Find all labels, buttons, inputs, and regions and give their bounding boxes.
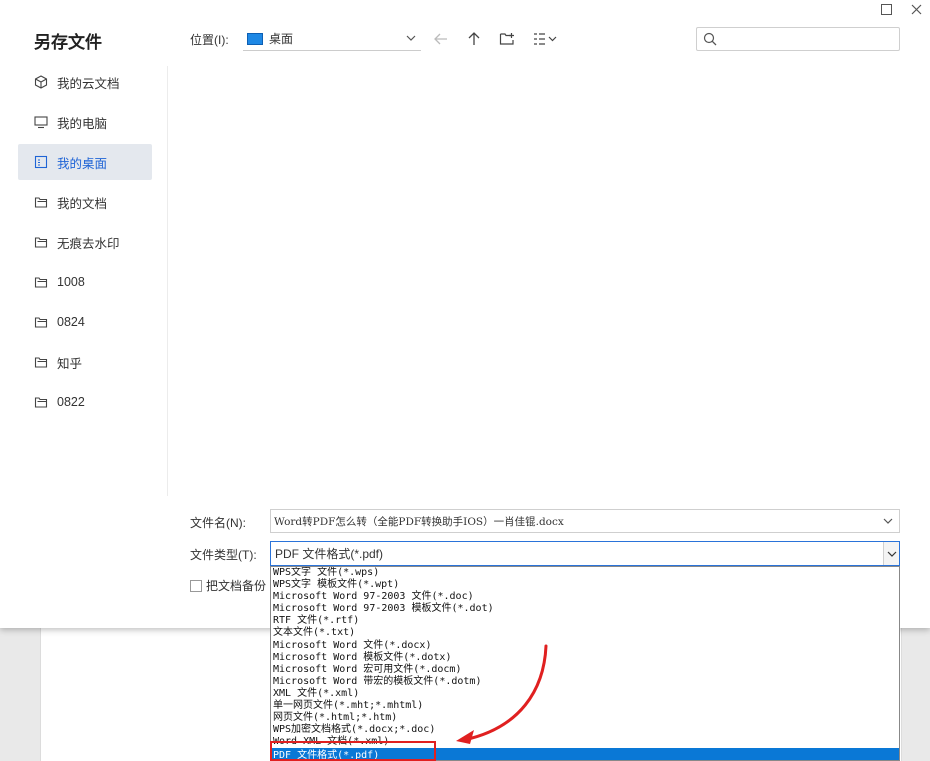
new-folder-icon[interactable] <box>498 30 516 48</box>
cloud-doc-icon <box>34 75 48 89</box>
sidebar-item-label: 1008 <box>57 275 85 289</box>
dropdown-option[interactable]: Microsoft Word 带宏的模板文件(*.dotm) <box>271 676 899 688</box>
search-icon <box>703 32 717 46</box>
backup-checkbox[interactable] <box>190 579 202 592</box>
backup-option[interactable]: 把文档备份 <box>190 577 266 594</box>
dropdown-option[interactable]: Microsoft Word 97-2003 文件(*.doc) <box>271 591 899 603</box>
sidebar-item-label: 我的文档 <box>57 196 108 211</box>
dropdown-option[interactable]: Microsoft Word 模板文件(*.dotx) <box>271 652 899 664</box>
chevron-down-icon[interactable] <box>883 542 899 565</box>
dropdown-option[interactable]: 单一网页文件(*.mht;*.mhtml) <box>271 700 899 712</box>
filetype-select[interactable]: PDF 文件格式(*.pdf) <box>270 541 900 566</box>
dropdown-option[interactable]: 网页文件(*.html;*.htm) <box>271 712 899 724</box>
sidebar-item-label: 知乎 <box>57 356 83 371</box>
folder-icon <box>34 315 48 329</box>
filename-value: Word转PDF怎么转（全能PDF转换助手IOS）一肖佳锟.docx <box>274 515 564 528</box>
folder-icon <box>34 195 48 209</box>
sidebar-item-zhihu[interactable]: 知乎 <box>18 344 152 380</box>
chevron-down-icon <box>405 32 417 47</box>
dropdown-option[interactable]: WPS文字 模板文件(*.wpt) <box>271 579 899 591</box>
sidebar-item-label: 我的云文档 <box>57 76 120 91</box>
sidebar-divider <box>167 66 168 496</box>
backup-label: 把文档备份 <box>206 579 267 593</box>
sidebar-item-label: 0824 <box>57 315 85 329</box>
filetype-dropdown-list: WPS文字 文件(*.wps) WPS文字 模板文件(*.wpt) Micros… <box>270 566 900 761</box>
dropdown-option[interactable]: Microsoft Word 文件(*.docx) <box>271 640 899 652</box>
maximize-icon[interactable] <box>875 0 897 18</box>
location-select[interactable]: 桌面 <box>243 27 421 51</box>
folder-icon <box>34 275 48 289</box>
dropdown-option[interactable]: Microsoft Word 97-2003 模板文件(*.dot) <box>271 603 899 615</box>
chevron-down-icon[interactable] <box>881 514 895 528</box>
dropdown-option[interactable]: Microsoft Word 宏可用文件(*.docm) <box>271 664 899 676</box>
sidebar-item-0822[interactable]: 0822 <box>18 384 152 420</box>
desktop-icon <box>34 155 48 169</box>
sidebar-item-label: 无痕去水印 <box>57 236 120 251</box>
filetype-value: PDF 文件格式(*.pdf) <box>275 547 384 561</box>
dropdown-option[interactable]: XML 文件(*.xml) <box>271 688 899 700</box>
sidebar-item-cloud-docs[interactable]: 我的云文档 <box>18 64 152 100</box>
location-value: 桌面 <box>269 32 294 46</box>
filetype-label: 文件类型(T): <box>190 548 257 562</box>
annotation-arrow-icon <box>456 644 548 744</box>
highlight-annotation <box>270 741 436 761</box>
sidebar: 我的云文档 我的电脑 我的桌面 我的文档 无痕去水印 1008 0824 知乎 … <box>18 64 152 424</box>
sidebar-item-1008[interactable]: 1008 <box>18 264 152 300</box>
search-input[interactable] <box>696 27 900 51</box>
sidebar-item-my-computer[interactable]: 我的电脑 <box>18 104 152 140</box>
folder-icon <box>34 355 48 369</box>
sidebar-item-label: 我的电脑 <box>57 116 108 131</box>
sidebar-item-watermark[interactable]: 无痕去水印 <box>18 224 152 260</box>
sidebar-item-label: 我的桌面 <box>57 156 108 171</box>
location-label: 位置(I): <box>190 33 229 47</box>
back-arrow-icon[interactable] <box>432 30 450 48</box>
folder-icon <box>34 235 48 249</box>
filename-label: 文件名(N): <box>190 516 246 530</box>
sidebar-item-label: 0822 <box>57 395 85 409</box>
up-arrow-icon[interactable] <box>465 30 483 48</box>
monitor-icon <box>34 115 48 129</box>
dialog-title: 另存文件 <box>34 33 102 52</box>
dropdown-option[interactable]: RTF 文件(*.rtf) <box>271 615 899 627</box>
dropdown-option[interactable]: WPS加密文档格式(*.docx;*.doc) <box>271 724 899 736</box>
sidebar-item-0824[interactable]: 0824 <box>18 304 152 340</box>
view-list-icon[interactable] <box>532 30 562 48</box>
folder-icon <box>34 395 48 409</box>
dropdown-option[interactable]: WPS文字 文件(*.wps) <box>271 567 899 579</box>
sidebar-item-my-desktop[interactable]: 我的桌面 <box>18 144 152 180</box>
filename-input[interactable]: Word转PDF怎么转（全能PDF转换助手IOS）一肖佳锟.docx <box>270 509 900 533</box>
sidebar-item-my-documents[interactable]: 我的文档 <box>18 184 152 220</box>
dropdown-option[interactable]: 文本文件(*.txt) <box>271 627 899 639</box>
close-icon[interactable] <box>905 0 927 18</box>
desktop-icon <box>247 32 263 45</box>
save-as-dialog: 另存文件 我的云文档 我的电脑 我的桌面 我的文档 无痕去水印 1008 082… <box>0 0 930 628</box>
